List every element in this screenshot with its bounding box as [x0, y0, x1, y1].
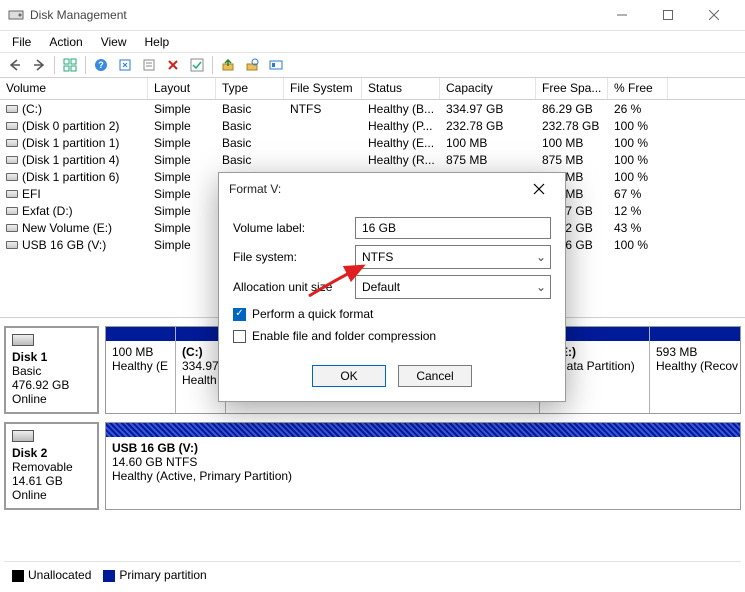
refresh-icon[interactable] — [114, 54, 136, 76]
partition[interactable]: 593 MB Healthy (Recov — [650, 327, 740, 413]
menu-help[interactable]: Help — [137, 33, 178, 51]
disk2-label[interactable]: Disk 2 Removable 14.61 GB Online — [4, 422, 99, 510]
disk2-name: Disk 2 — [12, 446, 47, 460]
col-type[interactable]: Type — [216, 78, 284, 99]
menubar: File Action View Help — [0, 30, 745, 52]
disk-row-2: Disk 2 Removable 14.61 GB Online USB 16 … — [4, 422, 741, 510]
dialog-title: Format V: — [229, 182, 523, 196]
legend: Unallocated Primary partition — [4, 561, 741, 588]
disk1-label[interactable]: Disk 1 Basic 476.92 GB Online — [4, 326, 99, 414]
toolbar: ? — [0, 52, 745, 78]
minimize-button[interactable] — [599, 0, 645, 30]
menu-file[interactable]: File — [4, 33, 39, 51]
disk2-capacity: 14.61 GB — [12, 474, 91, 488]
table-row[interactable]: (C:)SimpleBasicNTFSHealthy (B...334.97 G… — [0, 100, 745, 117]
titlebar: Disk Management — [0, 0, 745, 30]
drive-icon — [6, 122, 18, 130]
disk2-partitions: USB 16 GB (V:) 14.60 GB NTFS Healthy (Ac… — [105, 422, 741, 510]
partition[interactable]: 100 MB Healthy (E — [106, 327, 176, 413]
disk1-name: Disk 1 — [12, 350, 47, 364]
properties-icon[interactable] — [138, 54, 160, 76]
quick-format-checkbox[interactable] — [233, 308, 246, 321]
disk1-capacity: 476.92 GB — [12, 378, 91, 392]
label-file-system: File system: — [233, 250, 345, 264]
label-allocation: Allocation unit size — [233, 280, 345, 294]
legend-primary: Primary partition — [103, 568, 206, 582]
menu-action[interactable]: Action — [41, 33, 90, 51]
disk2-type: Removable — [12, 460, 91, 474]
drive-icon — [6, 173, 18, 181]
drive-icon — [6, 224, 18, 232]
maximize-button[interactable] — [645, 0, 691, 30]
compression-checkbox[interactable] — [233, 330, 246, 343]
menu-view[interactable]: View — [93, 33, 135, 51]
col-capacity[interactable]: Capacity — [440, 78, 536, 99]
partition[interactable]: USB 16 GB (V:) 14.60 GB NTFS Healthy (Ac… — [106, 423, 740, 509]
ok-button[interactable]: OK — [312, 365, 386, 387]
chevron-down-icon: ⌄ — [536, 250, 546, 264]
delete-icon[interactable] — [162, 54, 184, 76]
drive-icon — [6, 139, 18, 147]
col-pctfree[interactable]: % Free — [608, 78, 668, 99]
col-layout[interactable]: Layout — [148, 78, 216, 99]
drive-icon — [6, 241, 18, 249]
col-filesystem[interactable]: File System — [284, 78, 362, 99]
drive-icon — [6, 190, 18, 198]
chevron-down-icon: ⌄ — [536, 280, 546, 294]
volume-label-input[interactable] — [355, 217, 551, 239]
close-button[interactable] — [691, 0, 737, 30]
col-status[interactable]: Status — [362, 78, 440, 99]
format-dialog: Format V: Volume label: File system: NTF… — [218, 172, 566, 402]
cancel-button[interactable]: Cancel — [398, 365, 472, 387]
allocation-value: Default — [362, 280, 400, 294]
help-icon[interactable]: ? — [90, 54, 112, 76]
check-icon[interactable] — [186, 54, 208, 76]
drive-icon — [6, 105, 18, 113]
back-icon[interactable] — [4, 54, 26, 76]
disk-icon — [12, 430, 34, 442]
drive-icon — [6, 156, 18, 164]
disk1-type: Basic — [12, 364, 91, 378]
disk-icon — [12, 334, 34, 346]
create-vhd-icon[interactable] — [217, 54, 239, 76]
svg-text:?: ? — [98, 60, 104, 70]
quick-format-label: Perform a quick format — [252, 307, 373, 321]
disk2-status: Online — [12, 488, 91, 502]
legend-unallocated: Unallocated — [12, 568, 91, 582]
table-row[interactable]: (Disk 1 partition 4)SimpleBasicHealthy (… — [0, 151, 745, 168]
file-system-select[interactable]: NTFS ⌄ — [355, 245, 551, 269]
file-system-value: NTFS — [362, 250, 393, 264]
views-icon[interactable] — [59, 54, 81, 76]
label-volume-label: Volume label: — [233, 221, 345, 235]
table-header: Volume Layout Type File System Status Ca… — [0, 78, 745, 100]
table-row[interactable]: (Disk 1 partition 1)SimpleBasicHealthy (… — [0, 134, 745, 151]
table-row[interactable]: (Disk 0 partition 2)SimpleBasicHealthy (… — [0, 117, 745, 134]
col-volume[interactable]: Volume — [0, 78, 148, 99]
forward-icon[interactable] — [28, 54, 50, 76]
attach-vhd-icon[interactable] — [241, 54, 263, 76]
settings-icon[interactable] — [265, 54, 287, 76]
col-free[interactable]: Free Spa... — [536, 78, 608, 99]
disk1-status: Online — [12, 392, 91, 406]
dialog-close-button[interactable] — [523, 173, 555, 205]
compression-label: Enable file and folder compression — [252, 329, 436, 343]
disk-mgmt-icon — [8, 7, 24, 23]
allocation-select[interactable]: Default ⌄ — [355, 275, 551, 299]
window-title: Disk Management — [30, 8, 599, 22]
drive-icon — [6, 207, 18, 215]
